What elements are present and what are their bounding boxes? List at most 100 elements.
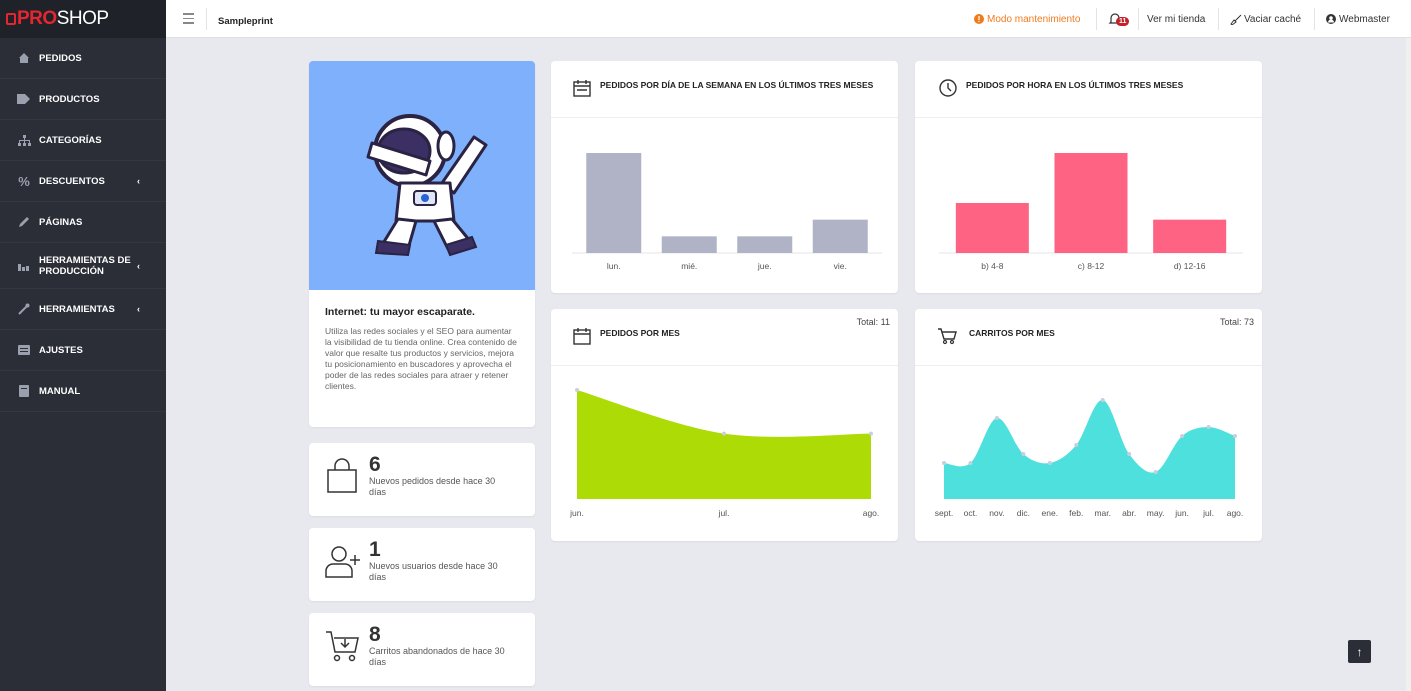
sidebar-item-manual[interactable]: MANUAL xyxy=(0,371,166,412)
clear-cache-label: Vaciar caché xyxy=(1244,13,1302,25)
x-tick-label: lun. xyxy=(607,261,621,271)
notifications-button[interactable]: 11 xyxy=(1108,0,1132,38)
chart-title: PEDIDOS POR DÍA DE LA SEMANA EN LOS ÚLTI… xyxy=(600,80,874,90)
logo-shop-text: SHOP xyxy=(56,8,109,29)
stat-value: 8 xyxy=(369,623,381,646)
x-tick-label: oct. xyxy=(964,508,978,518)
hourly-bar-chart: b) 4-8 c) 8-12 d) 12-16 xyxy=(939,153,1243,271)
stat-label: Carritos abandonados de hace 30 días xyxy=(369,646,505,667)
x-tick-label: ago. xyxy=(863,508,880,518)
x-tick-label: jul. xyxy=(718,508,730,518)
wrench-icon xyxy=(17,303,31,315)
chart-bar-icon xyxy=(17,260,31,272)
pencil-icon xyxy=(17,216,31,228)
user-circle-icon xyxy=(1326,14,1336,24)
divider xyxy=(1096,8,1097,30)
data-point xyxy=(1100,398,1105,402)
hamburger-menu-icon[interactable] xyxy=(183,13,194,27)
x-tick-label: c) 8-12 xyxy=(1078,261,1105,271)
maintenance-label: Modo mantenimiento xyxy=(987,13,1081,25)
monthly-carts-area-chart: sept. oct. nov. dic. ene. feb. mar. abr. may. jun… xyxy=(935,398,1243,518)
user-menu[interactable]: Webmaster xyxy=(1326,0,1390,38)
x-tick-label: jue. xyxy=(757,261,772,271)
logo-pro-text: PRO xyxy=(17,8,57,29)
sidebar-item-paginas[interactable]: PÁGINAS xyxy=(0,202,166,243)
page-scrollbar[interactable] xyxy=(1406,38,1411,691)
sliders-icon xyxy=(17,344,31,356)
view-store-link[interactable]: Ver mi tienda xyxy=(1147,0,1205,38)
sitemap-icon xyxy=(17,134,31,146)
data-point xyxy=(1233,434,1237,438)
chevron-left-icon: ‹ xyxy=(137,304,140,314)
data-point xyxy=(575,388,579,392)
bar xyxy=(1054,153,1128,253)
x-tick-label: mié. xyxy=(681,261,697,271)
sidebar: PRO SHOP PEDIDOS PRODUCTOS CATEGORÍAS % D… xyxy=(0,0,166,691)
sidebar-item-herramientas-produccion[interactable]: HERRAMIENTAS DE PRODUCCIÓN ‹ xyxy=(0,243,166,289)
user-plus-icon xyxy=(309,528,369,601)
tag-icon xyxy=(17,93,31,105)
divider xyxy=(1218,8,1219,30)
x-tick-label: jun. xyxy=(569,508,584,518)
sidebar-item-productos[interactable]: PRODUCTOS xyxy=(0,79,166,120)
chevron-left-icon: ‹ xyxy=(137,260,140,271)
sidebar-item-categorias[interactable]: CATEGORÍAS xyxy=(0,120,166,161)
clear-cache-button[interactable]: Vaciar caché xyxy=(1230,0,1301,38)
sidebar-item-label: PRODUCTOS xyxy=(39,93,100,105)
data-point xyxy=(1074,443,1079,447)
sidebar-item-ajustes[interactable]: AJUSTES xyxy=(0,330,166,371)
chevron-left-icon: ‹ xyxy=(137,176,140,186)
notification-badge: 11 xyxy=(1116,17,1130,26)
bar xyxy=(586,153,642,253)
data-point xyxy=(1127,452,1132,456)
monthly-carts-card: CARRITOS POR MES Total: 73 sept. oct. nov.… xyxy=(915,309,1262,541)
x-tick-label: d) 12-16 xyxy=(1174,261,1206,271)
x-tick-label: mar. xyxy=(1094,508,1111,518)
data-point xyxy=(1180,434,1185,438)
x-tick-label: jun. xyxy=(1174,508,1189,518)
monthly-orders-area-chart: jun. jul. ago. xyxy=(569,388,880,518)
new-users-stat[interactable]: 1 Nuevos usuarios desde hace 30 días xyxy=(309,528,535,601)
logo[interactable]: PRO SHOP xyxy=(0,0,166,38)
arrow-up-icon: ↑ xyxy=(1356,644,1363,659)
sidebar-item-herramientas[interactable]: HERRAMIENTAS ‹ xyxy=(0,289,166,330)
home-icon xyxy=(17,52,31,64)
brush-icon xyxy=(1230,14,1242,25)
sidebar-item-label: MANUAL xyxy=(39,385,81,397)
x-tick-label: jul. xyxy=(1202,508,1214,518)
x-tick-label: sept. xyxy=(935,508,953,518)
sidebar-item-label: HERRAMIENTAS DE PRODUCCIÓN xyxy=(39,254,131,277)
topbar: Sampleprint Modo mantenimiento 11 Ver mi… xyxy=(166,0,1411,38)
x-tick-label: may. xyxy=(1147,508,1165,518)
hourly-orders-card: PEDIDOS POR HORA EN LOS ÚLTIMOS TRES MES… xyxy=(915,61,1262,293)
cart-download-icon xyxy=(309,613,369,686)
divider xyxy=(1314,8,1315,30)
maintenance-mode-link[interactable]: Modo mantenimiento xyxy=(974,0,1080,38)
astronaut-illustration xyxy=(309,61,535,290)
shopping-bag-icon xyxy=(309,443,369,516)
sidebar-item-label: DESCUENTOS xyxy=(39,175,105,187)
weekday-orders-card: PEDIDOS POR DÍA DE LA SEMANA EN LOS ÚLTI… xyxy=(551,61,898,293)
divider xyxy=(1138,8,1139,30)
data-point xyxy=(968,461,973,465)
divider xyxy=(206,8,207,30)
scroll-to-top-button[interactable]: ↑ xyxy=(1348,640,1371,663)
x-tick-label: nov. xyxy=(989,508,1004,518)
x-tick-label: feb. xyxy=(1069,508,1083,518)
tip-text: Utiliza las redes sociales y el SEO para… xyxy=(325,326,517,391)
bar xyxy=(661,236,717,253)
tip-title: Internet: tu mayor escaparate. xyxy=(325,306,475,318)
abandoned-carts-stat[interactable]: 8 Carritos abandonados de hace 30 días xyxy=(309,613,535,686)
chart-title: PEDIDOS POR HORA EN LOS ÚLTIMOS TRES MES… xyxy=(966,80,1184,90)
bar xyxy=(1153,219,1227,253)
data-point xyxy=(942,461,946,465)
stat-label: Nuevos usuarios desde hace 30 días xyxy=(369,561,498,582)
data-point xyxy=(1021,452,1026,456)
sidebar-item-pedidos[interactable]: PEDIDOS xyxy=(0,38,166,79)
sidebar-item-descuentos[interactable]: % DESCUENTOS ‹ xyxy=(0,161,166,202)
x-tick-label: ene. xyxy=(1042,508,1059,518)
x-tick-label: dic. xyxy=(1017,508,1030,518)
new-orders-stat[interactable]: 6 Nuevos pedidos desde hace 30 días xyxy=(309,443,535,516)
chart-title: PEDIDOS POR MES xyxy=(600,328,680,338)
calendar-icon xyxy=(573,328,591,345)
